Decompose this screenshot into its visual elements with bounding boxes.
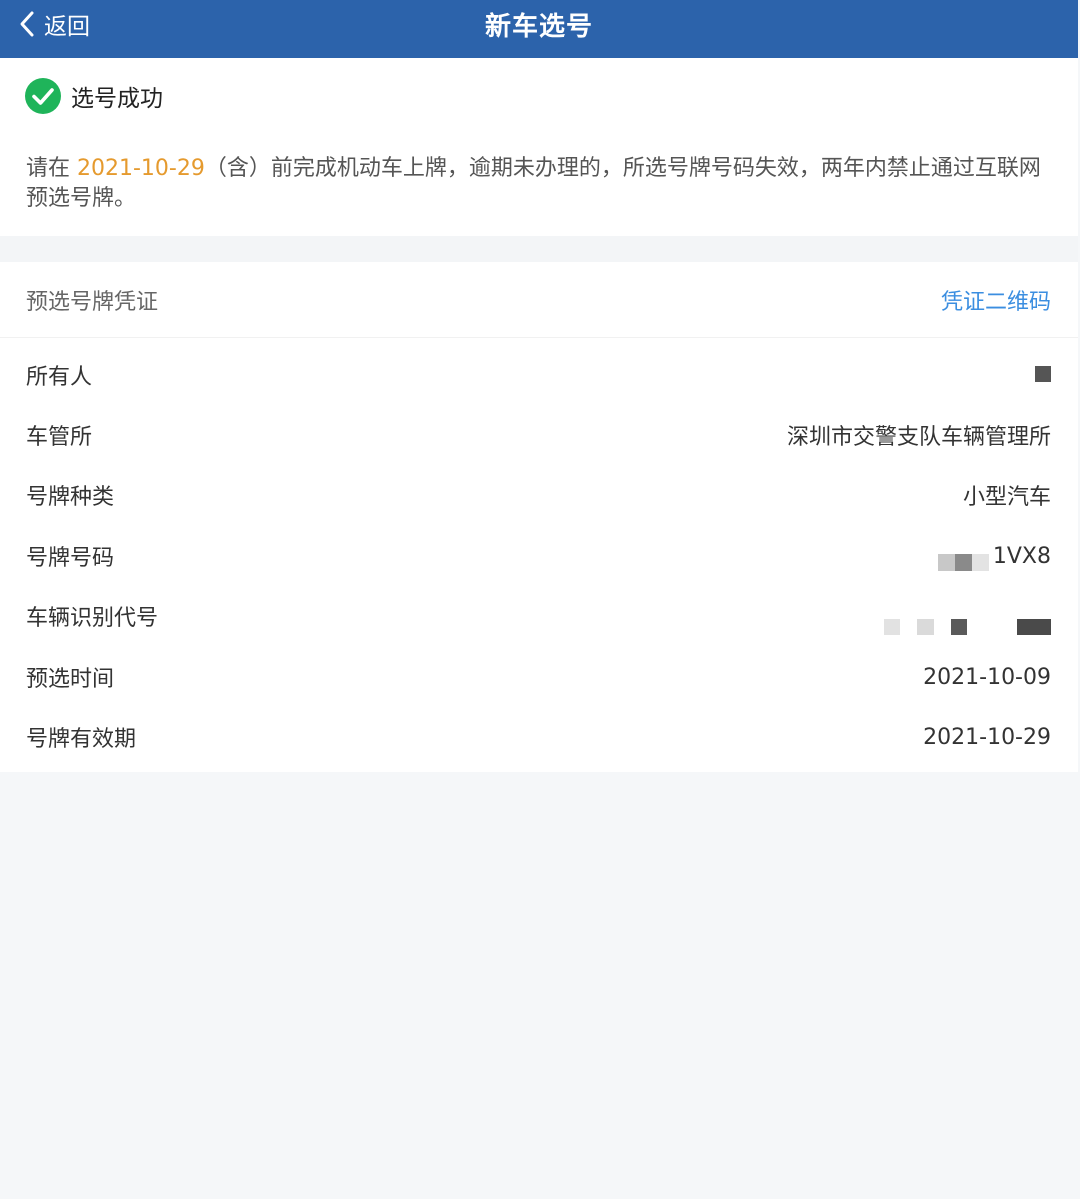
row-label: 预选时间	[26, 667, 115, 692]
check-circle-icon	[25, 78, 61, 114]
info-row-valid-until: 号牌有效期 2021-10-29	[0, 707, 1078, 767]
row-value: 2021-10-29	[923, 724, 1051, 750]
info-row-select-time: 预选时间 2021-10-09	[0, 647, 1078, 707]
chevron-left-icon	[18, 10, 42, 38]
notice-deadline: 2021-10-29	[77, 156, 205, 181]
owner-value-redacted	[1035, 363, 1051, 388]
voucher-title: 预选号牌凭证	[26, 289, 159, 315]
notice-message: 请在 2021-10-29（含）前完成机动车上牌，逾期未办理的，所选号牌号码失效…	[26, 154, 1056, 214]
row-value: 小型汽车	[962, 485, 1051, 510]
voucher-card-header: 预选号牌凭证 凭证二维码	[0, 262, 1078, 338]
redaction-mosaic	[1035, 365, 1051, 382]
vin-value-redacted	[884, 597, 1051, 635]
info-row-owner: 所有人	[0, 345, 1078, 405]
info-row-vin: 车辆识别代号	[0, 586, 1078, 646]
row-value: 1VX8	[992, 543, 1051, 569]
redaction-mosaic	[937, 553, 989, 571]
row-label: 号牌有效期	[26, 727, 137, 752]
info-row-plate-number: 号牌号码 1VX8	[0, 526, 1078, 586]
row-value: 深圳市交警支队车辆管理所	[786, 425, 1051, 450]
row-label: 所有人	[26, 365, 93, 390]
back-label: 返回	[44, 14, 90, 40]
notice-text-before: 请在	[26, 156, 77, 181]
plate-number-value: 1VX8	[937, 542, 1051, 571]
info-row-plate-type: 号牌种类 小型汽车	[0, 465, 1078, 525]
back-button[interactable]: 返回	[18, 0, 90, 48]
page-title: 新车选号	[484, 11, 593, 42]
success-label: 选号成功	[71, 86, 163, 112]
row-label: 车辆识别代号	[26, 606, 159, 631]
top-nav-bar: 返回 新车选号	[0, 0, 1078, 58]
redaction-mosaic	[884, 619, 1051, 635]
voucher-card: 预选号牌凭证 凭证二维码 所有人 车管所 深圳市交警支队车辆管理所 号牌种类 小…	[0, 262, 1078, 772]
success-status: 选号成功	[25, 78, 163, 114]
info-row-office: 车管所 深圳市交警支队车辆管理所	[0, 405, 1078, 465]
row-value: 2021-10-09	[923, 664, 1051, 690]
row-label: 车管所	[26, 425, 93, 450]
row-label: 号牌种类	[26, 485, 115, 510]
qr-code-link[interactable]: 凭证二维码	[941, 284, 1051, 316]
result-notice: 选号成功 请在 2021-10-29（含）前完成机动车上牌，逾期未办理的，所选号…	[0, 58, 1078, 236]
row-label: 号牌号码	[26, 546, 115, 571]
section-divider	[0, 236, 1078, 262]
